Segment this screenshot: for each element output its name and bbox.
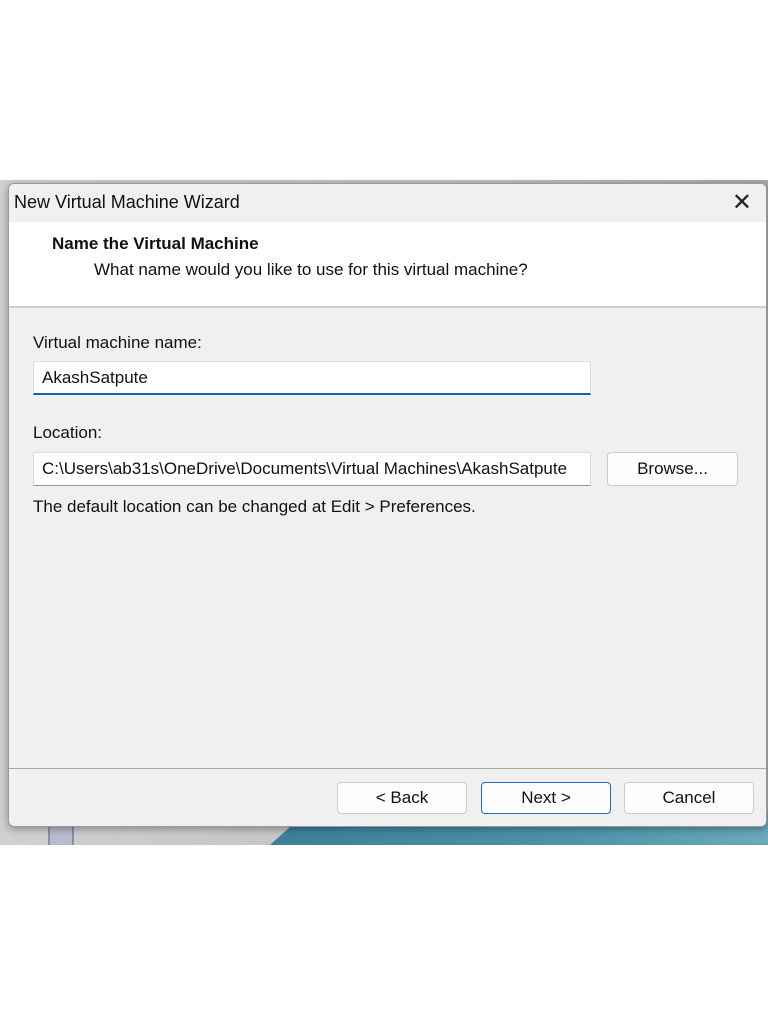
- vm-name-input[interactable]: AkashSatpute: [33, 361, 591, 395]
- close-icon[interactable]: ✕: [732, 188, 752, 217]
- location-label: Location:: [33, 423, 102, 442]
- wizard-dialog: New Virtual Machine Wizard ✕ Name the Vi…: [8, 183, 767, 827]
- location-hint: The default location can be changed at E…: [33, 497, 476, 516]
- page-subtitle: What name would you like to use for this…: [94, 260, 528, 279]
- footer-divider: [9, 768, 766, 769]
- vm-name-label: Virtual machine name:: [33, 333, 202, 352]
- window-title: New Virtual Machine Wizard: [14, 192, 240, 212]
- browse-button[interactable]: Browse...: [607, 452, 738, 486]
- page-title: Name the Virtual Machine: [52, 234, 259, 253]
- wizard-header: Name the Virtual Machine What name would…: [9, 222, 766, 308]
- next-button[interactable]: Next >: [481, 782, 611, 814]
- location-input[interactable]: C:\Users\ab31s\OneDrive\Documents\Virtua…: [33, 452, 591, 486]
- title-bar: New Virtual Machine Wizard ✕: [9, 184, 766, 222]
- cancel-button[interactable]: Cancel: [624, 782, 754, 814]
- back-button[interactable]: < Back: [337, 782, 467, 814]
